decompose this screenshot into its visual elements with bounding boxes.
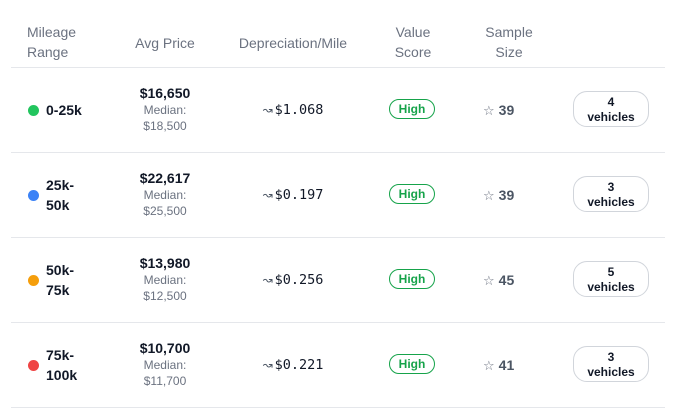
- header-sample-size[interactable]: Sample Size: [469, 22, 549, 62]
- view-vehicles-button[interactable]: 4 vehicles: [573, 91, 649, 127]
- table-row: 75k- 100k $10,700 Median: $11,700 ↝ $0.22…: [11, 323, 665, 408]
- depreciation-value: $0.256: [274, 272, 324, 288]
- sample-size-cell: ☆ 39: [483, 101, 543, 120]
- value-score-badge: High: [389, 99, 435, 119]
- table-row: 50k- 75k $13,980 Median: $12,500 ↝ $0.256…: [11, 238, 665, 323]
- sample-size-cell: ☆ 45: [483, 271, 543, 290]
- sample-size-value: 45: [498, 272, 515, 288]
- vehicles-count: 3: [607, 180, 615, 194]
- trend-down-icon: ↝: [262, 358, 273, 372]
- vehicles-label: vehicles: [587, 280, 635, 294]
- depreciation-cell: ↝ $0.197: [225, 186, 361, 204]
- star-icon: ☆: [483, 188, 495, 203]
- avg-price-value: $13,980: [139, 255, 191, 271]
- table-row: 25k- 50k $22,617 Median: $25,500 ↝ $0.197…: [11, 153, 665, 238]
- avg-price-cell: $22,617 Median: $25,500: [119, 169, 211, 219]
- header-sample-size-line1: Sample: [485, 24, 533, 40]
- median-label: Median:: [143, 273, 187, 287]
- star-icon: ☆: [483, 103, 495, 118]
- median-value: $12,500: [143, 289, 187, 303]
- mileage-range-label: 50k- 75k: [46, 260, 74, 300]
- view-vehicles-button[interactable]: 5 vehicles: [573, 261, 649, 297]
- vehicles-count: 4: [607, 95, 615, 109]
- vehicles-label: vehicles: [587, 365, 635, 379]
- depreciation-value: $0.197: [274, 187, 324, 203]
- avg-price-cell: $16,650 Median: $18,500: [119, 84, 211, 134]
- header-avg-price[interactable]: Avg Price: [119, 33, 211, 53]
- header-value-score-line1: Value: [395, 24, 431, 40]
- mileage-range-label: 25k- 50k: [46, 175, 74, 215]
- mileage-range-label: 0-25k: [46, 100, 82, 120]
- median-value: $25,500: [143, 204, 187, 218]
- sample-size-cell: ☆ 39: [483, 186, 543, 205]
- mileage-range-line2: 75k: [46, 282, 70, 298]
- median-value: $18,500: [143, 119, 187, 133]
- median-label: Median:: [143, 103, 187, 117]
- avg-price-cell: $10,700 Median: $11,700: [119, 339, 211, 389]
- avg-price-value: $10,700: [139, 340, 191, 356]
- trend-down-icon: ↝: [262, 188, 273, 202]
- header-value-score[interactable]: Value Score: [373, 22, 453, 62]
- header-sample-size-line2: Size: [495, 44, 523, 60]
- vehicles-label: vehicles: [587, 195, 635, 209]
- depreciation-cell: ↝ $0.256: [225, 271, 361, 289]
- avg-price-value: $16,650: [139, 85, 191, 101]
- vehicles-count: 3: [607, 350, 615, 364]
- value-score-badge: High: [389, 269, 435, 289]
- sample-size-value: 39: [498, 187, 515, 203]
- sample-size-value: 39: [498, 102, 515, 118]
- avg-price-value: $22,617: [139, 170, 191, 186]
- depreciation-cell: ↝ $0.221: [225, 356, 361, 374]
- vehicles-count: 5: [607, 265, 615, 279]
- sample-size-cell: ☆ 41: [483, 356, 543, 375]
- value-score-badge: High: [389, 184, 435, 204]
- mileage-range-line1: 75k-: [46, 347, 75, 363]
- mileage-table: Mileage Range Avg Price Depreciation/Mil…: [11, 0, 665, 408]
- view-vehicles-button[interactable]: 3 vehicles: [573, 176, 649, 212]
- header-mileage-range-line2: Range: [27, 44, 69, 60]
- vehicles-label: vehicles: [587, 110, 635, 124]
- status-dot-icon: [28, 275, 39, 286]
- status-dot-icon: [28, 360, 39, 371]
- status-dot-icon: [28, 105, 39, 116]
- header-mileage-range[interactable]: Mileage Range: [27, 22, 117, 62]
- avg-price-cell: $13,980 Median: $12,500: [119, 254, 211, 304]
- depreciation-value: $0.221: [274, 357, 324, 373]
- trend-down-icon: ↝: [262, 273, 273, 287]
- median-label: Median:: [143, 358, 187, 372]
- header-value-score-line2: Score: [394, 44, 432, 60]
- header-mileage-range-line1: Mileage: [27, 24, 77, 40]
- header-depreciation[interactable]: Depreciation/Mile: [225, 33, 361, 53]
- table-row: 0-25k $16,650 Median: $18,500 ↝ $1.068 Hi…: [11, 68, 665, 153]
- star-icon: ☆: [483, 358, 495, 373]
- trend-down-icon: ↝: [262, 103, 273, 117]
- depreciation-value: $1.068: [274, 102, 324, 118]
- mileage-range-line1: 0-25k: [46, 102, 82, 118]
- status-dot-icon: [28, 190, 39, 201]
- depreciation-cell: ↝ $1.068: [225, 101, 361, 119]
- mileage-range-line1: 50k-: [46, 262, 75, 278]
- star-icon: ☆: [483, 273, 495, 288]
- mileage-range-line1: 25k-: [46, 177, 75, 193]
- mileage-range-line2: 100k: [46, 367, 78, 383]
- view-vehicles-button[interactable]: 3 vehicles: [573, 346, 649, 382]
- mileage-range-label: 75k- 100k: [46, 345, 77, 385]
- median-label: Median:: [143, 188, 187, 202]
- median-value: $11,700: [143, 374, 187, 388]
- mileage-range-line2: 50k: [46, 197, 70, 213]
- sample-size-value: 41: [498, 357, 515, 373]
- value-score-badge: High: [389, 354, 435, 374]
- table-header: Mileage Range Avg Price Depreciation/Mil…: [11, 0, 665, 68]
